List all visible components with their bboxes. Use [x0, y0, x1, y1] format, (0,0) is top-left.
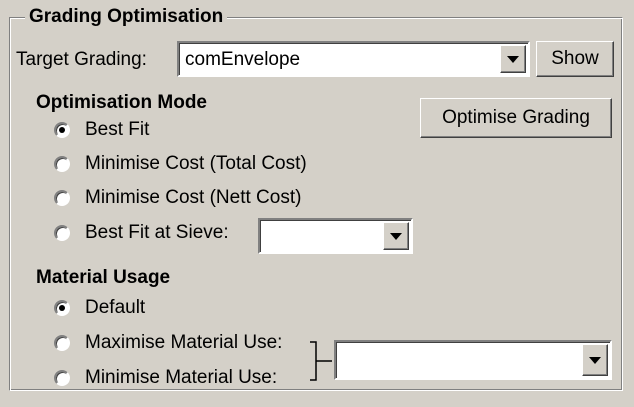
radio-minimise-nett-cost[interactable] — [54, 190, 70, 206]
chevron-down-icon — [390, 233, 402, 240]
radio-minimise-material[interactable] — [54, 370, 70, 386]
radio-minimise-material-label[interactable]: Minimise Material Use: — [85, 366, 277, 390]
target-grading-select[interactable]: comEnvelope — [177, 41, 530, 77]
radio-default[interactable] — [54, 300, 70, 316]
material-usage-heading: Material Usage — [36, 267, 171, 288]
radio-best-fit-at-sieve-label[interactable]: Best Fit at Sieve: — [85, 221, 229, 245]
material-dropdown-button[interactable] — [582, 344, 608, 376]
radio-selected-dot — [59, 127, 65, 133]
group-title: Grading Optimisation — [25, 4, 228, 30]
radio-maximise-material-label[interactable]: Maximise Material Use: — [85, 331, 282, 355]
optimisation-mode-heading: Optimisation Mode — [36, 92, 207, 113]
radio-best-fit-label[interactable]: Best Fit — [85, 118, 149, 142]
radio-minimise-total-cost[interactable] — [54, 156, 70, 172]
optimise-grading-button[interactable]: Optimise Grading — [420, 98, 612, 138]
target-grading-label: Target Grading: — [16, 49, 147, 70]
material-bracket-connector — [310, 341, 332, 381]
radio-best-fit[interactable] — [54, 122, 70, 138]
radio-best-fit-at-sieve[interactable] — [54, 225, 70, 241]
radio-default-label[interactable]: Default — [85, 296, 145, 320]
chevron-down-icon — [589, 357, 601, 364]
show-button[interactable]: Show — [536, 41, 614, 77]
radio-minimise-total-cost-label[interactable]: Minimise Cost (Total Cost) — [85, 152, 307, 176]
target-grading-dropdown-button[interactable] — [500, 45, 526, 73]
sieve-select[interactable] — [258, 218, 413, 254]
material-select[interactable] — [334, 340, 612, 380]
radio-maximise-material[interactable] — [54, 335, 70, 351]
chevron-down-icon — [507, 56, 519, 63]
sieve-dropdown-button[interactable] — [383, 222, 409, 250]
radio-selected-dot — [59, 305, 65, 311]
radio-minimise-nett-cost-label[interactable]: Minimise Cost (Nett Cost) — [85, 186, 301, 210]
target-grading-value: comEnvelope — [185, 49, 301, 70]
